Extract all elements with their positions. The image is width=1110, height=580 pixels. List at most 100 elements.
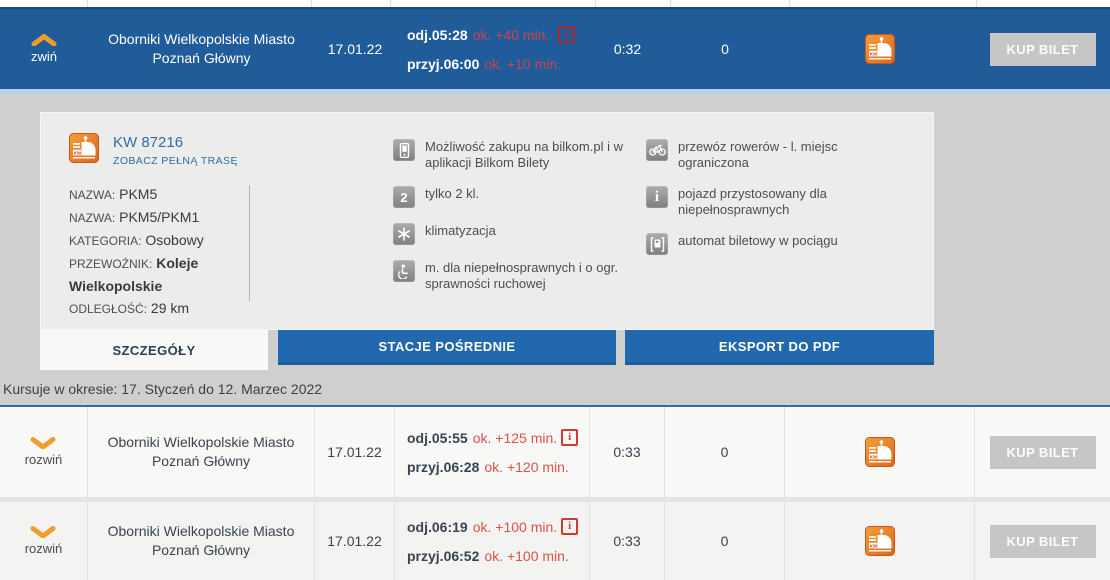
to-station: Poznań Główny [108,541,295,560]
from-station: Oborniki Wielkopolskie Miasto [108,522,295,541]
arrival-time: przyj.06:52 [407,548,479,564]
amenities-column-left: Możliwość zakupu na bilkom.pl i w aplika… [393,139,641,292]
departure-line: odj.05:55 ok. +125 min. [407,429,578,446]
arrival-time: przyj.06:00 [407,56,479,72]
amenity-item: klimatyzacja [393,223,641,245]
attr-value: Osobowy [145,232,203,248]
bicycle-icon [646,139,668,161]
snowflake-icon [393,223,415,245]
timetable-results-page: zwiń Oborniki Wielkopolskie Miasto Pozna… [0,0,1110,580]
divider [88,0,312,7]
attr-label: PRZEWOŹNIK: [69,257,152,271]
to-station: Poznań Główny [108,49,295,68]
tab-eksport-do-pdf[interactable]: EKSPORT DO PDF [625,330,934,365]
carrier-kw-logo-icon: KW [865,437,895,467]
class-2-icon: 2 [393,186,415,208]
expand-control[interactable]: rozwiń [25,526,63,556]
arrival-delay: ok. +10 min. [484,56,561,72]
chevron-down-icon [30,437,56,449]
mobile-phone-icon [393,139,415,161]
expand-control[interactable]: rozwiń [25,437,63,467]
departure-time: odj.06:19 [407,519,468,535]
expand-label: rozwiń [25,452,63,467]
full-route-link[interactable]: ZOBACZ PEŁNĄ TRASĘ [113,155,238,167]
chevron-up-icon [31,34,57,46]
delay-info-icon[interactable] [561,429,578,446]
departure-line: odj.06:19 ok. +100 min. [407,518,578,535]
connection-details-panel: KW KW 87216 ZOBACZ PEŁNĄ TRASĘ NAZWA: PK… [0,92,1110,407]
relation-stations: Oborniki Wielkopolskie Miasto Poznań Głó… [108,30,295,68]
divider [790,0,978,7]
to-station: Poznań Główny [108,452,295,471]
svg-text:KW: KW [74,151,82,156]
divider [391,0,596,7]
attr-value: PKM5 [119,186,157,202]
divider [596,0,671,7]
carrier-kw-logo-icon: KW [865,526,895,556]
train-attributes: NAZWA: PKM5 NAZWA: PKM5/PKM1 KATEGORIA: … [69,183,251,320]
attr-label: NAZWA: [69,188,115,202]
amenity-item: m. dla niepełnosprawnych i o ogr. sprawn… [393,260,641,292]
relation-stations: Oborniki Wielkopolskie Miasto Poznań Głó… [108,522,295,560]
clipped-row-above [0,0,1110,7]
svg-text:KW: KW [869,455,877,460]
collapse-control[interactable]: zwiń [31,34,57,64]
divider [977,0,1110,7]
arrival-line: przyj.06:52 ok. +100 min. [407,548,578,564]
vertical-divider [249,185,250,301]
connection-row[interactable]: rozwiń Oborniki Wielkopolskie Miasto Poz… [0,502,1110,580]
connection-row[interactable]: rozwiń Oborniki Wielkopolskie Miasto Poz… [0,407,1110,497]
delay-info-icon[interactable] [558,26,575,43]
wheelchair-icon [393,260,415,282]
attr-label: NAZWA: [69,211,115,225]
duration: 0:33 [613,533,640,549]
relation-stations: Oborniki Wielkopolskie Miasto Poznań Głó… [108,433,295,471]
buy-ticket-button[interactable]: KUP BILET [990,525,1096,558]
buy-ticket-button[interactable]: KUP BILET [990,33,1096,66]
divider [312,0,392,7]
attr-label: ODLEGŁOŚĆ: [69,302,147,316]
attr-value: 29 km [151,300,189,316]
arrival-line: przyj.06:00 ok. +10 min. [407,56,575,72]
chevron-down-icon [30,526,56,538]
buy-ticket-button[interactable]: KUP BILET [990,436,1096,469]
info-icon: i [646,186,668,208]
departure-delay: ok. +125 min. [473,430,557,446]
amenity-item: przewóz rowerów - l. miejsc ograniczona [646,139,901,171]
expand-label: rozwiń [25,541,63,556]
changes-count: 0 [721,533,729,549]
svg-text:KW: KW [870,52,878,57]
arrival-delay: ok. +100 min. [484,548,568,564]
delay-info-icon[interactable] [561,518,578,535]
travel-date: 17.01.22 [327,444,382,460]
departure-line: odj.05:28 ok. +40 min. [407,26,575,43]
attr-value: PKM5/PKM1 [119,209,199,225]
amenities-column-right: przewóz rowerów - l. miejsc ograniczona … [646,139,901,255]
from-station: Oborniki Wielkopolskie Miasto [108,433,295,452]
svg-text:KW: KW [869,544,877,549]
divider [671,0,790,7]
tab-stacje-posrednie[interactable]: STACJE POŚREDNIE [278,330,616,365]
divider [0,0,88,7]
from-station: Oborniki Wielkopolskie Miasto [108,30,295,49]
carrier-kw-logo-icon: KW [865,34,895,64]
changes-count: 0 [721,41,729,57]
travel-date: 17.01.22 [327,533,382,549]
connection-row-expanded[interactable]: zwiń Oborniki Wielkopolskie Miasto Pozna… [0,7,1110,92]
travel-date: 17.01.22 [328,41,383,57]
departure-delay: ok. +100 min. [473,519,557,535]
attr-label: KATEGORIA: [69,234,141,248]
tab-szczegoly[interactable]: SZCZEGÓŁY [40,330,268,370]
duration: 0:33 [613,444,640,460]
duration: 0:32 [614,41,641,57]
service-period-note: Kursuje w okresie: 17. Styczeń do 12. Ma… [3,381,322,397]
collapse-label: zwiń [31,49,57,64]
arrival-line: przyj.06:28 ok. +120 min. [407,459,578,475]
train-number-link[interactable]: KW 87216 [113,134,238,151]
carrier-kw-logo-icon: KW [69,133,99,163]
departure-time: odj.05:55 [407,430,468,446]
amenity-item: automat biletowy w pociągu [646,233,901,255]
amenity-item: 2 tylko 2 kl. [393,186,641,208]
ticket-machine-icon [646,233,668,255]
departure-delay: ok. +40 min. [473,27,550,43]
